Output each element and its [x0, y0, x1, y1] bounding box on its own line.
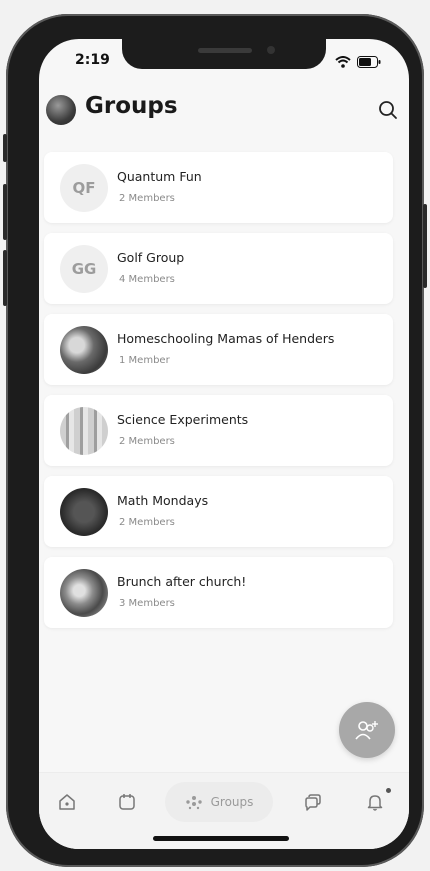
search-button[interactable]	[375, 97, 401, 123]
group-members-count: 2 Members	[119, 436, 175, 447]
tab-groups[interactable]: Groups	[165, 782, 273, 822]
chat-icon	[305, 794, 321, 811]
tab-groups-label: Groups	[210, 795, 254, 809]
group-name: Homeschooling Mamas of Henders	[117, 331, 335, 346]
group-card-homeschooling-mamas[interactable]: Homeschooling Mamas of Henders 1 Member	[44, 314, 393, 385]
status-time: 2:19	[75, 52, 110, 68]
group-avatar-photo	[60, 569, 108, 617]
group-avatar-initials: GG	[60, 245, 108, 293]
group-avatar-photo	[60, 488, 108, 536]
create-group-button[interactable]	[339, 702, 395, 758]
group-card-golf-group[interactable]: GG Golf Group 4 Members	[44, 233, 393, 304]
home-icon	[59, 794, 75, 810]
group-name: Math Mondays	[117, 493, 209, 508]
notch	[122, 39, 326, 69]
group-members-count: 2 Members	[119, 193, 175, 204]
groups-list: QF Quantum Fun 2 Members GG Golf Group 4…	[44, 152, 393, 638]
volume-up-button	[3, 184, 7, 240]
app-screen: 2:19 Groups QF Quantum Fun 2 Members GG …	[39, 39, 409, 849]
group-card-science-experiments[interactable]: Science Experiments 2 Members	[44, 395, 393, 466]
group-card-math-mondays[interactable]: Math Mondays 2 Members	[44, 476, 393, 547]
group-card-brunch-after-church[interactable]: Brunch after church! 3 Members	[44, 557, 393, 628]
page-header: Groups	[39, 91, 409, 131]
tab-notifications[interactable]	[355, 782, 395, 822]
status-icons	[335, 53, 381, 72]
volume-down-button	[3, 250, 7, 306]
group-members-count: 1 Member	[119, 355, 170, 366]
bell-icon	[367, 795, 383, 811]
group-name: Science Experiments	[117, 412, 249, 427]
group-members-count: 3 Members	[119, 598, 175, 609]
power-button	[423, 204, 427, 288]
group-avatar-initials: QF	[60, 164, 108, 212]
battery-icon	[357, 53, 381, 72]
tab-home[interactable]	[47, 782, 87, 822]
group-members-count: 2 Members	[119, 517, 175, 528]
group-card-quantum-fun[interactable]: QF Quantum Fun 2 Members	[44, 152, 393, 223]
home-indicator	[153, 836, 289, 841]
mute-switch	[3, 134, 7, 162]
group-name: Golf Group	[117, 250, 185, 265]
add-people-icon	[355, 721, 378, 740]
group-avatar-photo	[60, 407, 108, 455]
group-avatar-photo	[60, 326, 108, 374]
front-camera	[267, 46, 275, 54]
group-members-count: 4 Members	[119, 274, 175, 285]
page-title: Groups	[85, 93, 178, 119]
group-name: Quantum Fun	[117, 169, 202, 184]
calendar-icon	[119, 794, 135, 810]
search-icon	[379, 101, 397, 119]
speaker	[198, 48, 252, 53]
groups-icon	[185, 796, 202, 810]
wifi-icon	[335, 53, 351, 72]
user-avatar[interactable]	[46, 95, 76, 125]
tab-calendar[interactable]	[107, 782, 147, 822]
tab-chat[interactable]	[293, 782, 333, 822]
group-name: Brunch after church!	[117, 574, 247, 589]
notification-badge	[386, 788, 391, 793]
